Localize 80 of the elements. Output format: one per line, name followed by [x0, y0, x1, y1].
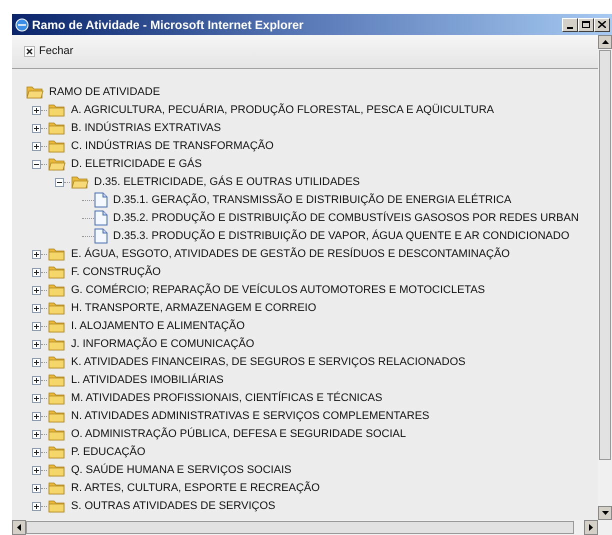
tree-item[interactable]: N. ATIVIDADES ADMINISTRATIVAS E SERVIÇOS COMPLEMENTARES — [71, 408, 430, 424]
folder-icon — [48, 265, 66, 279]
folder-icon — [48, 247, 66, 261]
document-icon — [94, 192, 108, 208]
folder-icon — [48, 373, 66, 387]
expand-toggle[interactable] — [32, 268, 41, 276]
tree-item[interactable]: D. ELETRICIDADE E GÁS — [71, 156, 202, 172]
maximize-button[interactable] — [578, 18, 594, 32]
right-arrow-icon — [589, 524, 593, 531]
folder-icon — [48, 391, 66, 405]
document-icon — [94, 210, 108, 226]
window-title: Ramo de Atividade - Microsoft Internet Explorer — [32, 16, 304, 34]
close-button[interactable] — [594, 18, 610, 32]
expand-toggle[interactable] — [32, 358, 41, 366]
tree-item[interactable]: D.35.3. PRODUÇÃO E DISTRIBUIÇÃO DE VAPOR, ÁGUA QUENTE E AR CONDICIONADO — [113, 228, 570, 244]
tree-item[interactable]: E. ÁGUA, ESGOTO, ATIVIDADES DE GESTÃO DE RESÍDUOS E DESCONTAMINAÇÃO — [71, 246, 510, 262]
tree-item[interactable]: F. CONSTRUÇÃO — [71, 264, 161, 280]
tree-item[interactable]: C. INDÚSTRIAS DE TRANSFORMAÇÃO — [71, 138, 274, 154]
tree-item[interactable]: RAMO DE ATIVIDADE — [49, 84, 160, 100]
close-toolbar-button[interactable]: Fechar — [24, 43, 74, 60]
expand-toggle[interactable] — [32, 412, 41, 420]
folder-icon — [48, 337, 66, 351]
folder-icon — [48, 301, 66, 315]
folder-icon — [48, 445, 66, 459]
close-icon — [598, 21, 606, 28]
tree-item[interactable]: D.35. ELETRICIDADE, GÁS E OUTRAS UTILIDADES — [94, 174, 360, 190]
tree-item[interactable]: D.35.2. PRODUÇÃO E DISTRIBUIÇÃO DE COMBUSTÍVEIS GASOSOS POR REDES URBAN — [113, 210, 579, 226]
collapse-toggle[interactable] — [55, 178, 64, 186]
folder-icon — [48, 121, 66, 135]
folder-icon — [48, 355, 66, 369]
expand-toggle[interactable] — [32, 304, 41, 312]
folder-icon — [48, 103, 66, 117]
folder-icon — [48, 319, 66, 333]
expand-toggle[interactable] — [32, 484, 41, 492]
expand-toggle[interactable] — [32, 466, 41, 474]
open-folder-icon — [71, 175, 89, 189]
up-arrow-icon — [602, 40, 608, 44]
folder-icon — [48, 499, 66, 513]
expand-toggle[interactable] — [32, 340, 41, 348]
expand-toggle[interactable] — [32, 394, 41, 402]
expand-toggle[interactable] — [32, 322, 41, 330]
tree-item[interactable]: O. ADMINISTRAÇÃO PÚBLICA, DEFESA E SEGURIDADE SOCIAL — [71, 426, 406, 442]
collapse-toggle[interactable] — [32, 160, 41, 168]
tree-item[interactable]: A. AGRICULTURA, PECUÁRIA, PRODUÇÃO FLORESTAL, PESCA E AQÜICULTURA — [71, 102, 494, 118]
tree-item[interactable]: K. ATIVIDADES FINANCEIRAS, DE SEGUROS E SERVIÇOS RELACIONADOS — [71, 354, 466, 370]
expand-toggle[interactable] — [32, 376, 41, 384]
tree-item[interactable]: Q. SAÚDE HUMANA E SERVIÇOS SOCIAIS — [71, 462, 292, 478]
tree-item[interactable]: R. ARTES, CULTURA, ESPORTE E RECREAÇÃO — [71, 480, 320, 496]
close-icon — [24, 46, 35, 57]
vertical-scrollbar[interactable] — [598, 35, 612, 520]
folder-icon — [48, 283, 66, 297]
expand-toggle[interactable] — [32, 142, 41, 150]
folder-icon — [48, 427, 66, 441]
expand-toggle[interactable] — [32, 250, 41, 258]
expand-toggle[interactable] — [32, 286, 41, 294]
document-icon — [94, 228, 108, 244]
tree-item[interactable]: J. INFORMAÇÃO E COMUNICAÇÃO — [71, 336, 254, 352]
tree-item[interactable]: M. ATIVIDADES PROFISSIONAIS, CIENTÍFICAS E TÉCNICAS — [71, 390, 382, 406]
tree-item[interactable]: G. COMÉRCIO; REPARAÇÃO DE VEÍCULOS AUTOMOTORES E MOTOCICLETAS — [71, 282, 485, 298]
tree-item[interactable]: P. EDUCAÇÃO — [71, 444, 146, 460]
tree-item[interactable]: H. TRANSPORTE, ARMAZENAGEM E CORREIO — [71, 300, 316, 316]
minimize-button[interactable] — [562, 18, 578, 32]
expand-toggle[interactable] — [32, 124, 41, 132]
down-arrow-icon — [602, 511, 608, 515]
left-arrow-icon — [17, 524, 21, 531]
open-folder-icon — [48, 157, 66, 171]
folder-icon — [48, 481, 66, 495]
folder-icon — [48, 139, 66, 153]
tree-item[interactable]: I. ALOJAMENTO E ALIMENTAÇÃO — [71, 318, 245, 334]
folder-icon — [48, 409, 66, 423]
horizontal-scrollbar[interactable] — [12, 520, 612, 535]
expand-toggle[interactable] — [32, 448, 41, 456]
expand-toggle[interactable] — [32, 106, 41, 114]
expand-toggle[interactable] — [32, 430, 41, 438]
expand-toggle[interactable] — [32, 502, 41, 510]
tree-item[interactable]: B. INDÚSTRIAS EXTRATIVAS — [71, 120, 221, 136]
tree-item[interactable]: D.35.1. GERAÇÃO, TRANSMISSÃO E DISTRIBUIÇÃO DE ENERGIA ELÉTRICA — [113, 192, 512, 208]
folder-icon — [48, 463, 66, 477]
tree-item[interactable]: L. ATIVIDADES IMOBILIÁRIAS — [71, 372, 224, 388]
tree-item[interactable]: S. OUTRAS ATIVIDADES DE SERVIÇOS — [71, 498, 276, 514]
